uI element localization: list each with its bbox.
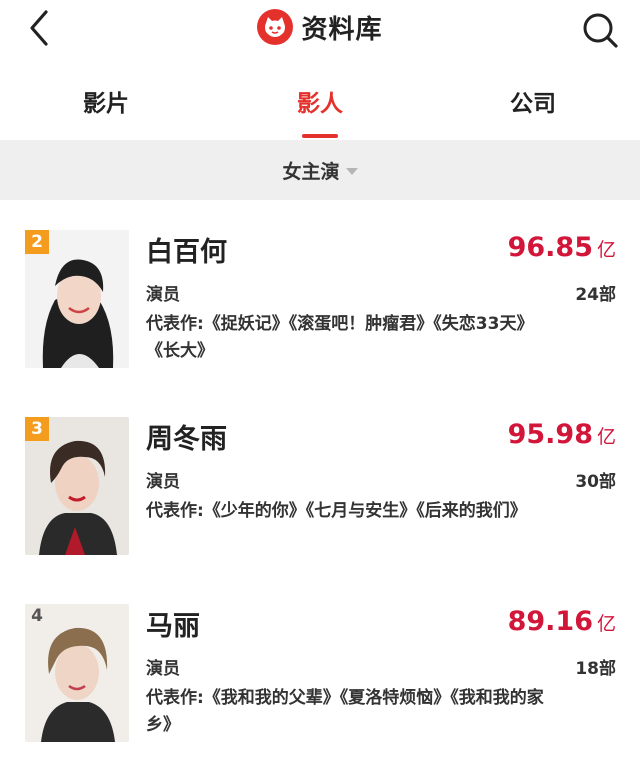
box-office-unit: 亿 bbox=[596, 426, 616, 448]
list-item[interactable]: 2 白百何 96.85 亿 演员 24部 代表作:《捉妖记》《滚蛋吧！肿瘤君》《… bbox=[0, 200, 640, 380]
cat-logo-icon bbox=[257, 9, 294, 45]
film-count: 18部 bbox=[575, 659, 616, 679]
rank-badge: 3 bbox=[25, 417, 49, 441]
actor-role: 演员 bbox=[146, 285, 180, 305]
box-office-value: 95.98 亿 bbox=[508, 419, 616, 450]
list-item[interactable]: 3 周冬雨 95.98 亿 演员 30部 代表作:《少年的你》《七月与安生》《后… bbox=[0, 387, 640, 567]
filter-label: 女主演 bbox=[282, 160, 340, 183]
rank-badge: 4 bbox=[31, 606, 43, 626]
box-office-value: 89.16 亿 bbox=[508, 606, 616, 637]
top-bar: 资料库 bbox=[0, 0, 640, 62]
actor-role: 演员 bbox=[146, 472, 180, 492]
film-count: 24部 bbox=[575, 285, 616, 305]
tab-companies[interactable]: 公司 bbox=[473, 84, 593, 118]
box-office-number: 96.85 bbox=[507, 232, 593, 263]
actor-name: 马丽 bbox=[146, 611, 200, 642]
actor-name: 周冬雨 bbox=[146, 424, 227, 455]
box-office-unit: 亿 bbox=[596, 239, 616, 261]
category-tabs: 影片 影人 公司 bbox=[0, 76, 640, 140]
title-area: 资料库 bbox=[0, 7, 640, 47]
page-title: 资料库 bbox=[301, 14, 383, 45]
film-count: 30部 bbox=[575, 472, 616, 492]
tab-films[interactable]: 影片 bbox=[46, 84, 166, 118]
box-office-value: 96.85 亿 bbox=[508, 232, 616, 263]
representative-works: 代表作:《我和我的父辈》《夏洛特烦恼》《我和我的家乡》 bbox=[146, 688, 544, 735]
representative-works: 代表作:《捉妖记》《滚蛋吧！肿瘤君》《失恋33天》《长大》 bbox=[146, 314, 534, 361]
search-icon bbox=[583, 13, 618, 48]
tab-people[interactable]: 影人 bbox=[260, 84, 380, 118]
active-tab-indicator bbox=[302, 134, 338, 138]
actor-role: 演员 bbox=[146, 659, 180, 679]
representative-works: 代表作:《少年的你》《七月与安生》《后来的我们》 bbox=[146, 501, 527, 521]
box-office-number: 89.16 bbox=[507, 606, 593, 637]
box-office-unit: 亿 bbox=[596, 613, 616, 635]
actor-name: 白百何 bbox=[146, 237, 227, 268]
search-button[interactable] bbox=[578, 8, 622, 52]
filter-dropdown[interactable]: 女主演 bbox=[0, 140, 640, 200]
rank-badge: 2 bbox=[25, 230, 49, 254]
list-item[interactable]: 4 马丽 89.16 亿 演员 18部 代表作:《我和我的父辈》《夏洛特烦恼》《… bbox=[0, 574, 640, 754]
caret-down-icon bbox=[345, 167, 358, 175]
box-office-number: 95.98 bbox=[507, 419, 593, 450]
